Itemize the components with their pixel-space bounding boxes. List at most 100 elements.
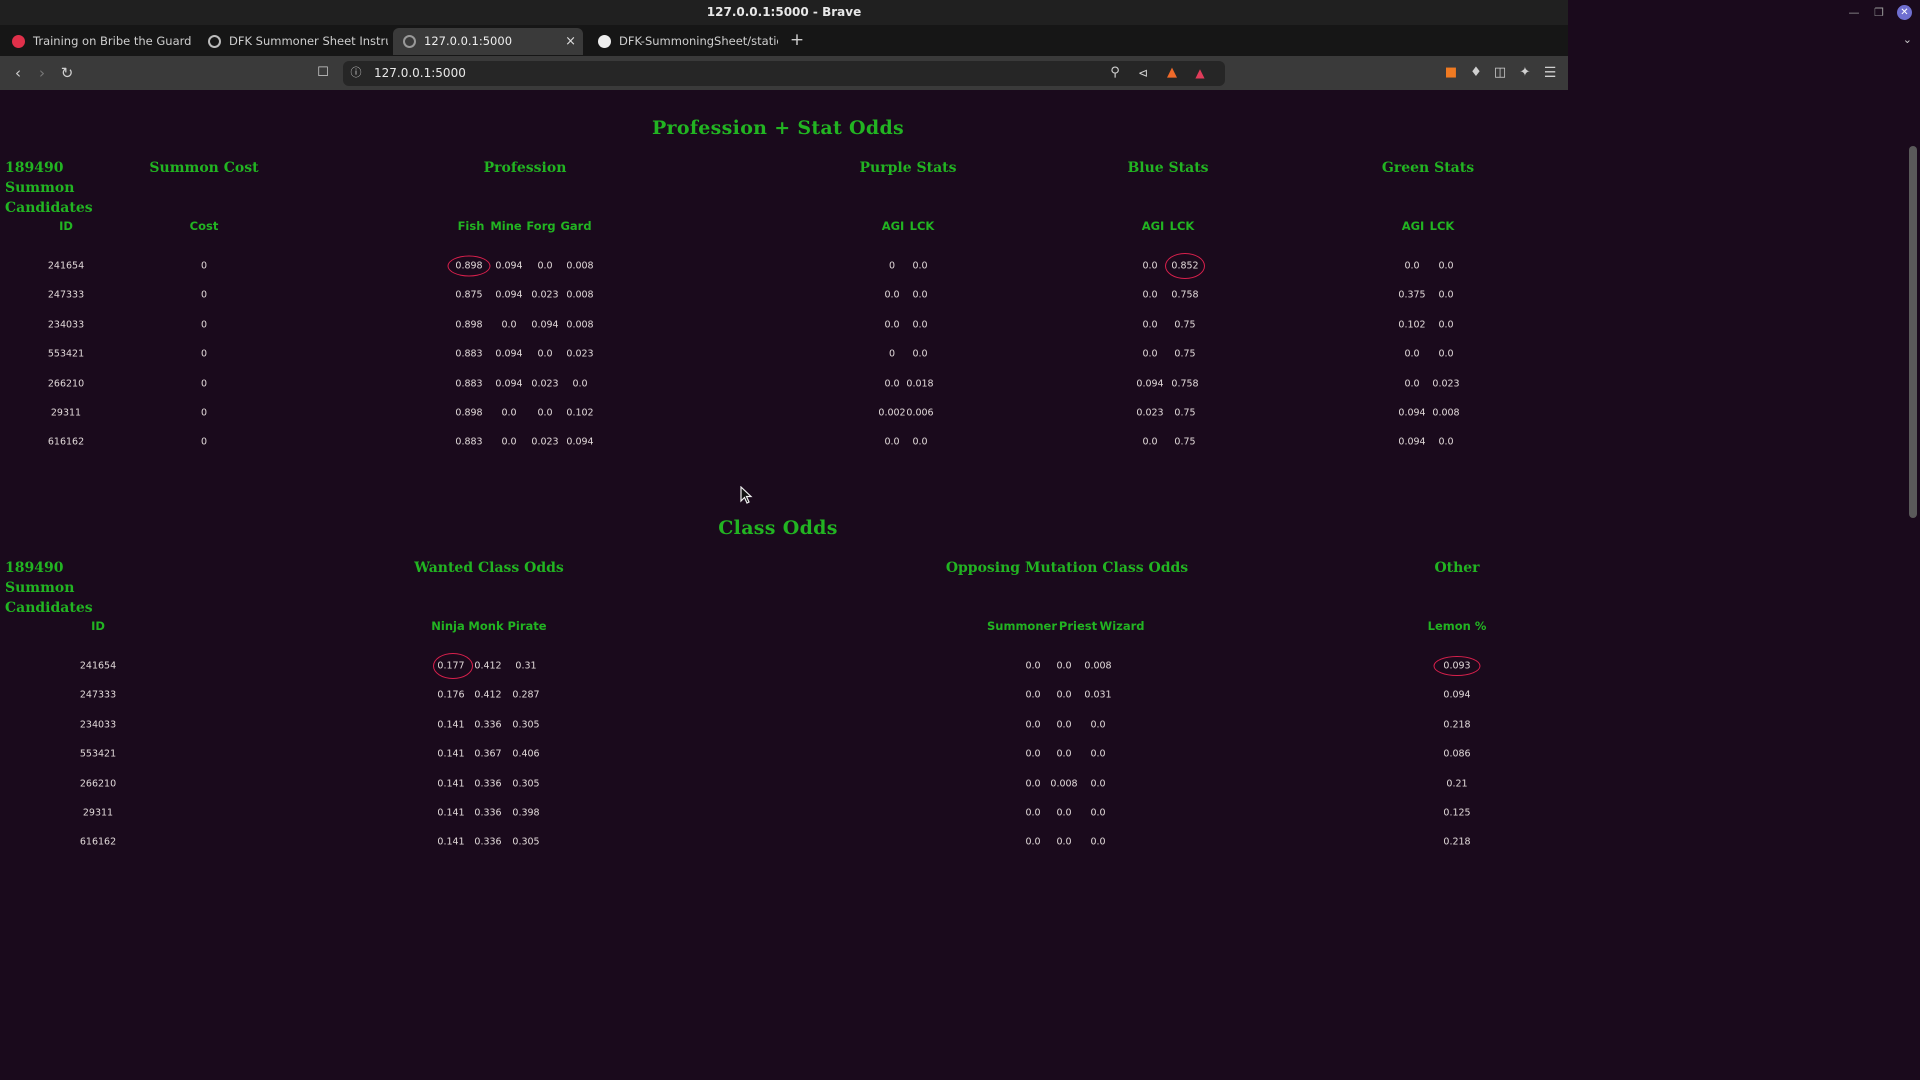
subheader-green-agi: AGI (1401, 219, 1425, 233)
cell-profession: 0.094 (566, 436, 594, 448)
cell-lemon: 0.218 (1443, 719, 1471, 731)
cell-blue-stat: 0.75 (1174, 407, 1196, 419)
cell-wanted-class: 0.367 (474, 748, 502, 760)
github-icon (598, 35, 611, 48)
reload-icon[interactable]: ↻ (57, 62, 77, 84)
subheader-gard: Gard (560, 219, 592, 233)
sidebar-icon[interactable]: ◫ (1490, 62, 1510, 84)
cell-lemon: 0.21 (1446, 778, 1468, 790)
cell-opposing-class: 0.0 (1025, 778, 1041, 790)
cell-profession: 0.883 (455, 348, 483, 360)
cell-blue-stat: 0.758 (1171, 289, 1199, 301)
cell-profession: 0.023 (531, 289, 559, 301)
cell-green-stat: 0.0 (1438, 348, 1454, 360)
cell-blue-stat: 0.094 (1136, 378, 1164, 390)
cell-cost: 0 (200, 289, 208, 301)
menu-icon[interactable]: ☰ (1540, 62, 1560, 84)
header-opposing-mutation: Opposing Mutation Class Odds (945, 560, 1189, 576)
red-circle-icon (12, 35, 25, 48)
cell-id: 234033 (79, 719, 117, 731)
cell-opposing-class: 0.0 (1090, 836, 1106, 848)
bookmark-icon[interactable]: ☐ (313, 62, 333, 84)
cell-blue-stat: 0.0 (1142, 289, 1158, 301)
cell-id: 616162 (47, 436, 85, 448)
url-text: 127.0.0.1:5000 (374, 66, 466, 80)
cell-blue-stat: 0.852 (1171, 260, 1199, 272)
minimize-icon[interactable]: — (1843, 0, 1865, 25)
close-window-icon[interactable]: ✕ (1897, 5, 1912, 20)
cell-opposing-class: 0.0 (1090, 807, 1106, 819)
close-tab-icon[interactable]: × (565, 28, 576, 55)
subheader-pirate: Pirate (507, 619, 547, 633)
leo-ai-icon[interactable]: ✦ (1515, 62, 1535, 84)
cell-opposing-class: 0.008 (1084, 660, 1112, 672)
cell-opposing-class: 0.0 (1090, 778, 1106, 790)
brave-rewards-icon[interactable]: ▲ (1190, 62, 1210, 84)
cell-profession: 0.094 (495, 378, 523, 390)
cell-id: 266210 (47, 378, 85, 390)
share-icon[interactable]: ⊲ (1133, 62, 1153, 84)
address-bar[interactable] (343, 61, 1225, 86)
subheader-fish: Fish (457, 219, 485, 233)
cell-green-stat: 0.094 (1398, 407, 1426, 419)
tab-training[interactable]: Training on Bribe the Guards of (2, 28, 192, 55)
cell-blue-stat: 0.0 (1142, 260, 1158, 272)
cell-purple-stat: 0.0 (884, 378, 900, 390)
tab-github[interactable]: DFK-SummoningSheet/static/c (588, 28, 778, 55)
cell-opposing-class: 0.031 (1084, 689, 1112, 701)
vertical-scrollbar[interactable] (1908, 90, 1920, 882)
cell-cost: 0 (200, 260, 208, 272)
cell-cost: 0 (200, 319, 208, 331)
cell-purple-stat: 0.018 (906, 378, 934, 390)
section-title-profession-stat-odds: Profession + Stat Odds (651, 117, 905, 139)
cell-cost: 0 (200, 378, 208, 390)
cell-green-stat: 0.023 (1432, 378, 1460, 390)
cell-lemon: 0.125 (1443, 807, 1471, 819)
subheader-priest: Priest (1058, 619, 1098, 633)
cell-opposing-class: 0.0 (1025, 719, 1041, 731)
cell-opposing-class: 0.0 (1056, 689, 1072, 701)
tab-list-chevron-icon[interactable]: ⌄ (1903, 33, 1912, 46)
header-purple-stats: Purple Stats (859, 160, 957, 176)
cell-purple-stat: 0.0 (912, 436, 928, 448)
cell-profession: 0.023 (531, 436, 559, 448)
scrollbar-thumb[interactable] (1909, 146, 1917, 518)
new-tab-icon[interactable]: + (789, 30, 805, 50)
cell-wanted-class: 0.336 (474, 807, 502, 819)
cell-wanted-class: 0.406 (512, 748, 540, 760)
cell-blue-stat: 0.758 (1171, 378, 1199, 390)
subheader-purple-agi: AGI (881, 219, 905, 233)
tab-instructions[interactable]: DFK Summoner Sheet Instructio (198, 28, 388, 55)
cell-profession: 0.898 (455, 260, 483, 272)
wallet-icon[interactable]: ■ (1441, 62, 1461, 84)
cell-wanted-class: 0.336 (474, 719, 502, 731)
cell-id: 247333 (79, 689, 117, 701)
cell-id: 247333 (47, 289, 85, 301)
cell-wanted-class: 0.141 (437, 807, 465, 819)
cell-profession: 0.023 (531, 378, 559, 390)
cell-wanted-class: 0.31 (515, 660, 537, 672)
brave-shields-icon[interactable]: ▲ (1162, 62, 1182, 84)
extensions-icon[interactable]: ♦ (1466, 62, 1486, 84)
cell-blue-stat: 0.0 (1142, 348, 1158, 360)
cell-purple-stat: 0.0 (912, 319, 928, 331)
cell-opposing-class: 0.0 (1056, 836, 1072, 848)
cell-wanted-class: 0.336 (474, 836, 502, 848)
cell-green-stat: 0.0 (1404, 348, 1420, 360)
back-icon[interactable]: ‹ (8, 62, 28, 84)
cell-wanted-class: 0.398 (512, 807, 540, 819)
globe-icon (403, 35, 416, 48)
header-profession: Profession (483, 160, 567, 176)
cell-green-stat: 0.0 (1404, 378, 1420, 390)
cell-wanted-class: 0.141 (437, 778, 465, 790)
cell-profession: 0.898 (455, 319, 483, 331)
subheader-ninja: Ninja (431, 619, 465, 633)
site-info-icon[interactable]: ⓘ (346, 62, 366, 84)
zoom-icon[interactable]: ⚲ (1105, 62, 1125, 84)
tab-localhost[interactable]: 127.0.0.1:5000 × (393, 28, 583, 55)
forward-icon[interactable]: › (32, 62, 52, 84)
maximize-icon[interactable]: ❐ (1868, 0, 1890, 25)
cell-wanted-class: 0.141 (437, 748, 465, 760)
cell-id: 29311 (82, 807, 114, 819)
cell-opposing-class: 0.0 (1025, 836, 1041, 848)
